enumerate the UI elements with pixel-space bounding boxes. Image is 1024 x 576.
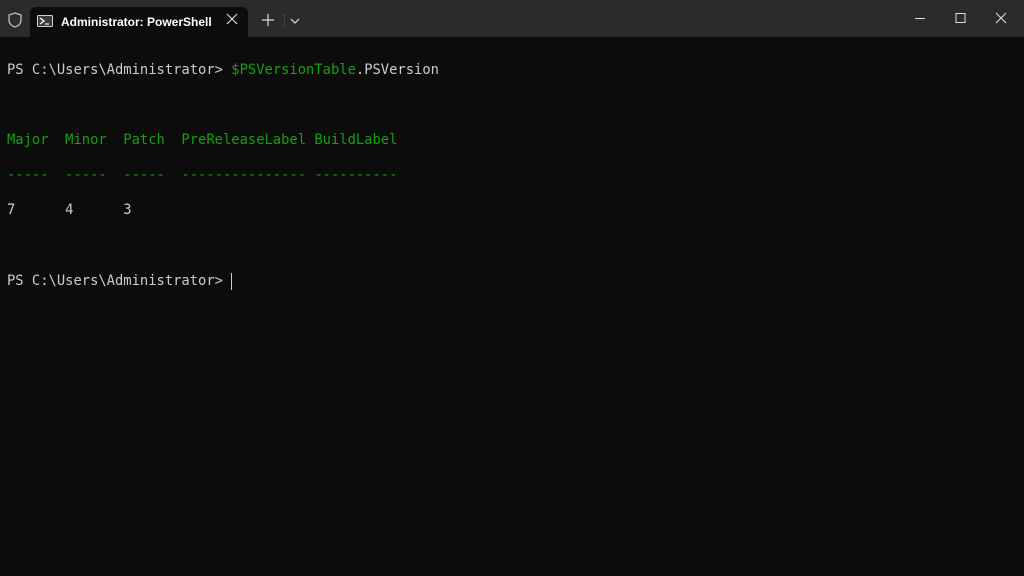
tab-title: Administrator: PowerShell bbox=[61, 15, 212, 29]
prompt-line[interactable]: PS C:\Users\Administrator> bbox=[7, 272, 439, 291]
command-property: .PSVersion bbox=[355, 61, 439, 78]
chevron-down-icon[interactable] bbox=[290, 17, 300, 25]
shield-icon bbox=[8, 12, 22, 28]
text-cursor bbox=[231, 272, 233, 290]
divider bbox=[284, 14, 286, 28]
prompt: PS C:\Users\Administrator> bbox=[7, 272, 232, 289]
table-row: 7 4 3 bbox=[7, 202, 132, 219]
close-icon[interactable] bbox=[978, 0, 1024, 37]
table-header: Major Minor Patch PreReleaseLabel BuildL… bbox=[7, 131, 398, 148]
command-line: PS C:\Users\Administrator> $PSVersionTab… bbox=[7, 62, 439, 80]
tab-powershell[interactable]: Administrator: PowerShell bbox=[30, 7, 248, 37]
prompt: PS C:\Users\Administrator> bbox=[7, 61, 232, 78]
title-bar: Administrator: PowerShell bbox=[0, 0, 1024, 37]
table-underline: ----- ----- ----- --------------- ------… bbox=[7, 167, 398, 184]
plus-icon[interactable] bbox=[262, 14, 274, 26]
command-variable: $PSVersionTable bbox=[231, 61, 356, 78]
terminal-output[interactable]: PS C:\Users\Administrator> $PSVersionTab… bbox=[7, 44, 439, 308]
powershell-icon bbox=[37, 15, 53, 27]
close-tab-icon[interactable] bbox=[226, 13, 238, 25]
